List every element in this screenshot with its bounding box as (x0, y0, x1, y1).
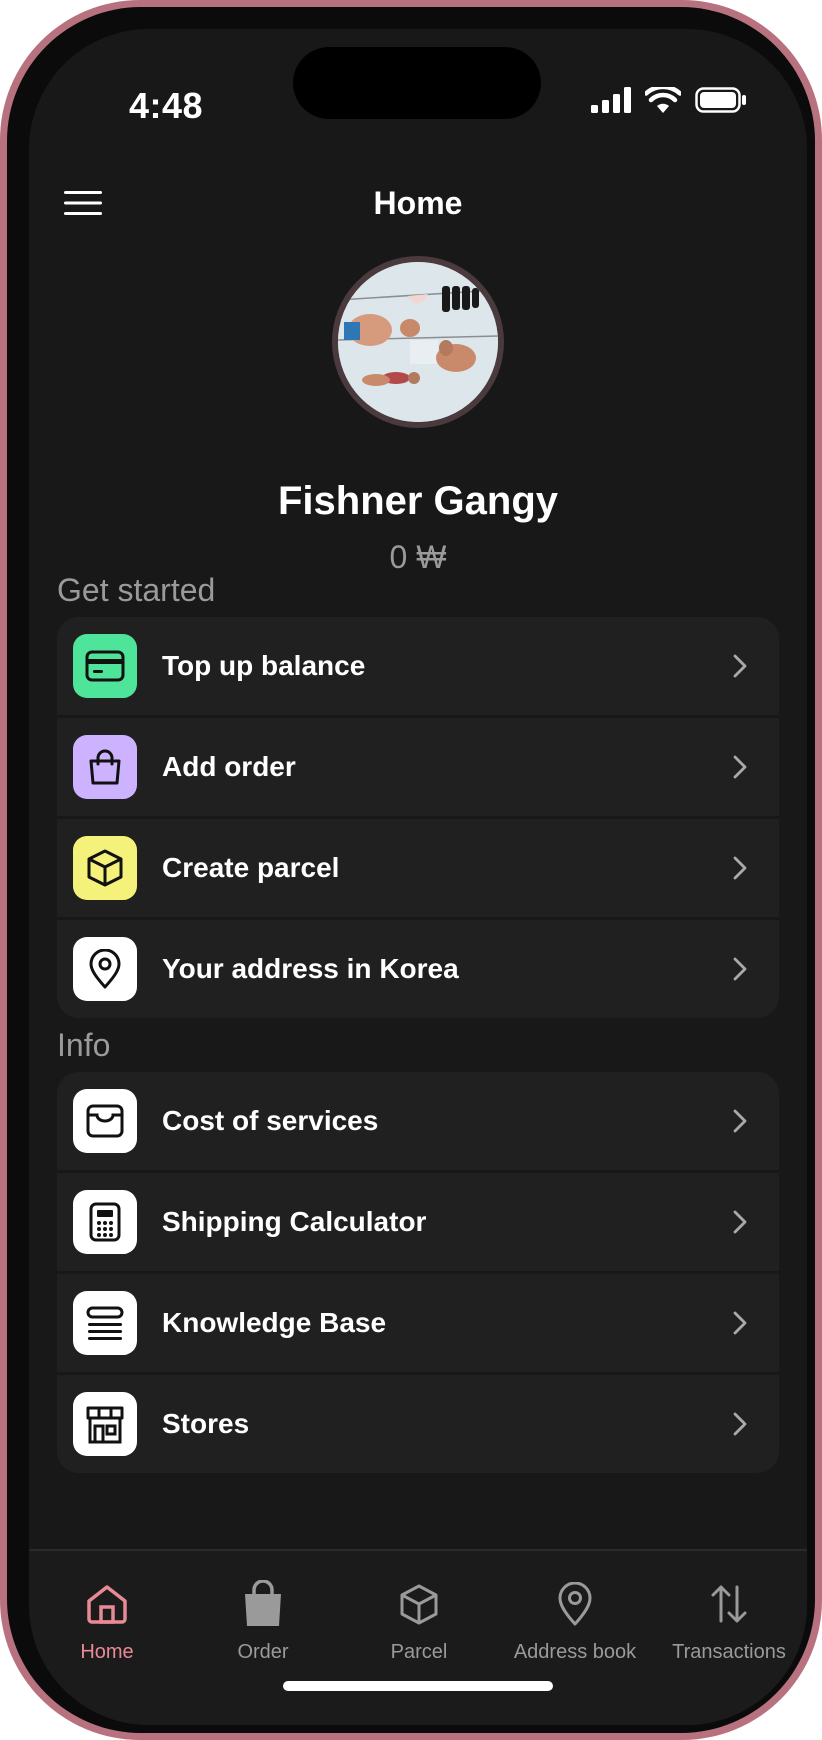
tab-parcel[interactable]: Parcel (341, 1551, 497, 1664)
list-item-label: Your address in Korea (162, 953, 459, 984)
bag-icon (185, 1579, 341, 1629)
list-item-shipping-calculator[interactable]: Shipping Calculator (57, 1173, 779, 1271)
location-pin-icon (73, 937, 137, 1001)
avatar[interactable] (332, 256, 504, 428)
store-icon (73, 1392, 137, 1456)
list-icon (73, 1291, 137, 1355)
list-item-label: Knowledge Base (162, 1307, 387, 1338)
balance-value: 0 ₩ (389, 539, 447, 575)
box-icon (341, 1579, 497, 1629)
inbox-icon (73, 1089, 137, 1153)
tab-label: Order (237, 1641, 289, 1663)
chevron-right-icon (727, 1209, 753, 1235)
battery-icon (695, 87, 746, 113)
list-item-top-up-balance[interactable]: Top up balance (57, 617, 779, 715)
chevron-right-icon (727, 1310, 753, 1336)
list-item-address-korea[interactable]: Your address in Korea (57, 920, 779, 1018)
tab-label: Parcel (390, 1641, 448, 1663)
chevron-right-icon (727, 1108, 753, 1134)
status-icons (591, 87, 747, 113)
tab-address-book[interactable]: Address book (497, 1551, 653, 1664)
list-item-label: Stores (162, 1408, 250, 1439)
tab-label: Transactions (672, 1641, 786, 1663)
location-pin-icon (497, 1579, 653, 1629)
page-title: Home (373, 185, 463, 221)
list-item-knowledge-base[interactable]: Knowledge Base (57, 1274, 779, 1372)
tab-transactions[interactable]: Transactions (651, 1551, 807, 1664)
dynamic-island (293, 47, 541, 119)
phone-bezel: 4:48 Home Fishner Gangy 0 ₩ Get started … (7, 7, 815, 1733)
home-indicator (283, 1681, 553, 1691)
arrows-icon (651, 1579, 807, 1629)
chevron-right-icon (727, 653, 753, 679)
user-name: Fishner Gangy (277, 479, 559, 523)
status-bar: 4:48 (29, 29, 807, 149)
card-icon (73, 634, 137, 698)
list-item-create-parcel[interactable]: Create parcel (57, 819, 779, 917)
avatar-photo (338, 262, 498, 422)
tab-home[interactable]: Home (29, 1551, 185, 1664)
tab-order[interactable]: Order (185, 1551, 341, 1664)
section-title-info: Info (57, 1027, 111, 1063)
get-started-list: Top up balance Add order Create parcel Y… (57, 617, 779, 1018)
list-item-label: Shipping Calculator (162, 1206, 427, 1237)
list-item-cost-of-services[interactable]: Cost of services (57, 1072, 779, 1170)
status-time: 4:48 (129, 85, 204, 126)
chevron-right-icon (727, 956, 753, 982)
section-title-get-started: Get started (57, 572, 216, 608)
wifi-icon (645, 87, 681, 113)
screen: 4:48 Home Fishner Gangy 0 ₩ Get started … (29, 29, 807, 1725)
info-list: Cost of services Shipping Calculator Kno… (57, 1072, 779, 1473)
box-icon (73, 836, 137, 900)
home-icon (29, 1579, 185, 1629)
calculator-icon (73, 1190, 137, 1254)
list-item-label: Add order (162, 751, 296, 782)
signal-icon (591, 87, 631, 113)
app-header: Home (29, 169, 807, 239)
list-item-label: Create parcel (162, 852, 340, 883)
list-item-label: Top up balance (162, 650, 366, 681)
tab-bar: Home Order Parcel Address book Transacti… (29, 1549, 807, 1725)
tab-label: Address book (513, 1641, 637, 1663)
chevron-right-icon (727, 754, 753, 780)
list-item-stores[interactable]: Stores (57, 1375, 779, 1473)
shopping-bag-icon (73, 735, 137, 799)
tab-label: Home (80, 1641, 134, 1663)
chevron-right-icon (727, 855, 753, 881)
list-item-label: Cost of services (162, 1105, 379, 1136)
phone-frame: 4:48 Home Fishner Gangy 0 ₩ Get started … (0, 0, 822, 1740)
chevron-right-icon (727, 1411, 753, 1437)
list-item-add-order[interactable]: Add order (57, 718, 779, 816)
